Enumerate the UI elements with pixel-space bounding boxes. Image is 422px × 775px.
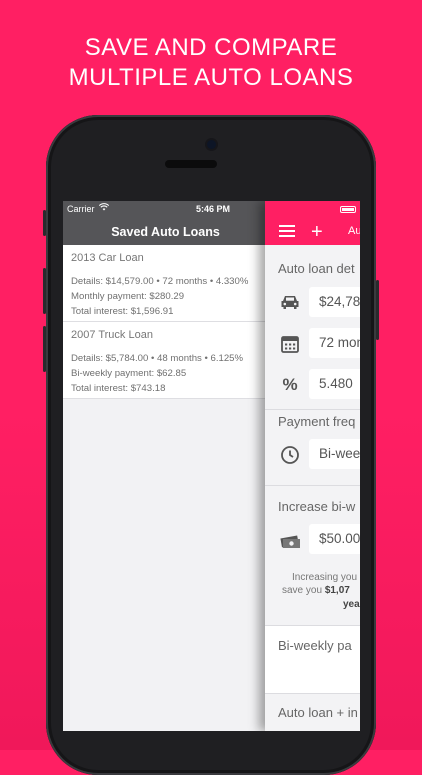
carrier-label: Carrier — [67, 204, 95, 214]
loan-payment: Monthly payment: $280.29 — [71, 291, 185, 302]
saved-loan-item[interactable]: 2013 Car Loan Details: $14,579.00 • 72 m… — [63, 245, 268, 322]
loan-payment: Bi-weekly payment: $62.85 — [71, 368, 187, 379]
payment-result-card: Bi-weekly pa — [265, 625, 360, 694]
total-cost-label: Auto loan + in — [278, 705, 358, 720]
headline: SAVE AND COMPARE MULTIPLE AUTO LOANS — [0, 33, 422, 93]
savings-note-line-3: yea — [343, 599, 360, 610]
saved-loans-panel: Carrier 5:46 PM Saved Auto Loans 2013 Ca… — [63, 201, 268, 731]
front-camera — [207, 140, 216, 149]
power-button — [376, 280, 379, 340]
payment-result-label: Bi-weekly pa — [278, 638, 352, 653]
volume-up-button — [43, 268, 46, 314]
loan-name: 2007 Truck Loan — [71, 329, 153, 341]
percent-icon: % — [282, 375, 298, 394]
loan-interest: Total interest: $1,596.91 — [71, 306, 174, 317]
phone-screen: Carrier 5:46 PM Saved Auto Loans 2013 Ca… — [63, 201, 360, 731]
earpiece-speaker — [165, 160, 217, 168]
loan-term-value: 72 mont — [319, 335, 360, 350]
loan-name: 2013 Car Loan — [71, 252, 144, 264]
extra-payment-field[interactable]: $50.00 — [309, 524, 360, 554]
volume-down-button — [43, 326, 46, 372]
mute-switch — [43, 210, 46, 236]
savings-note-line-1: Increasing you — [292, 572, 358, 583]
payment-frequency-value: Bi-week — [319, 446, 360, 461]
loan-term-field[interactable]: 72 mont — [309, 328, 360, 358]
calculator-title: Au — [348, 225, 360, 237]
calculator-nav-bar: + Au — [265, 219, 360, 245]
loan-amount-value: $24,78 — [319, 294, 360, 309]
loan-details-label: Auto loan det — [278, 261, 355, 276]
calculator-panel: + Au Auto loan det $24,78 72 mont % 5.48… — [265, 201, 360, 731]
headline-line-1: SAVE AND COMPARE — [84, 34, 338, 61]
battery-icon — [340, 206, 356, 213]
interest-rate-value: 5.480 — [319, 376, 353, 391]
calculator-status-bar — [265, 201, 360, 219]
clock-icon — [279, 444, 301, 466]
saved-loans-title: Saved Auto Loans — [111, 225, 220, 239]
plus-icon[interactable]: + — [311, 222, 323, 242]
car-icon — [279, 291, 301, 313]
extra-payment-value: $50.00 — [319, 531, 360, 546]
savings-amount: $1,07 — [324, 585, 350, 596]
saved-loans-header: Carrier 5:46 PM Saved Auto Loans — [63, 201, 268, 245]
savings-note-line-2: save you $1,07 — [282, 585, 350, 596]
increase-payment-label: Increase bi-w — [278, 499, 356, 514]
wifi-icon — [98, 203, 110, 213]
loan-amount-field[interactable]: $24,78 — [309, 287, 360, 317]
loan-details: Details: $5,784.00 • 48 months • 6.125% — [71, 353, 244, 364]
payment-frequency-select[interactable]: Bi-week — [309, 439, 360, 469]
divider — [265, 693, 360, 694]
hamburger-icon[interactable] — [279, 225, 295, 238]
payment-frequency-label: Payment freq — [278, 414, 356, 429]
divider — [265, 409, 360, 410]
headline-line-2: MULTIPLE AUTO LOANS — [68, 64, 354, 91]
status-time: 5:46 PM — [195, 204, 230, 214]
divider — [265, 485, 360, 486]
loan-details: Details: $14,579.00 • 72 months • 4.330% — [71, 276, 249, 287]
savings-note-prefix: save you — [282, 585, 325, 596]
saved-loan-item[interactable]: 2007 Truck Loan Details: $5,784.00 • 48 … — [63, 322, 268, 399]
interest-rate-field[interactable]: 5.480 — [309, 369, 360, 399]
calendar-icon — [279, 333, 301, 355]
money-icon — [279, 529, 301, 551]
loan-interest: Total interest: $743.18 — [71, 383, 166, 394]
